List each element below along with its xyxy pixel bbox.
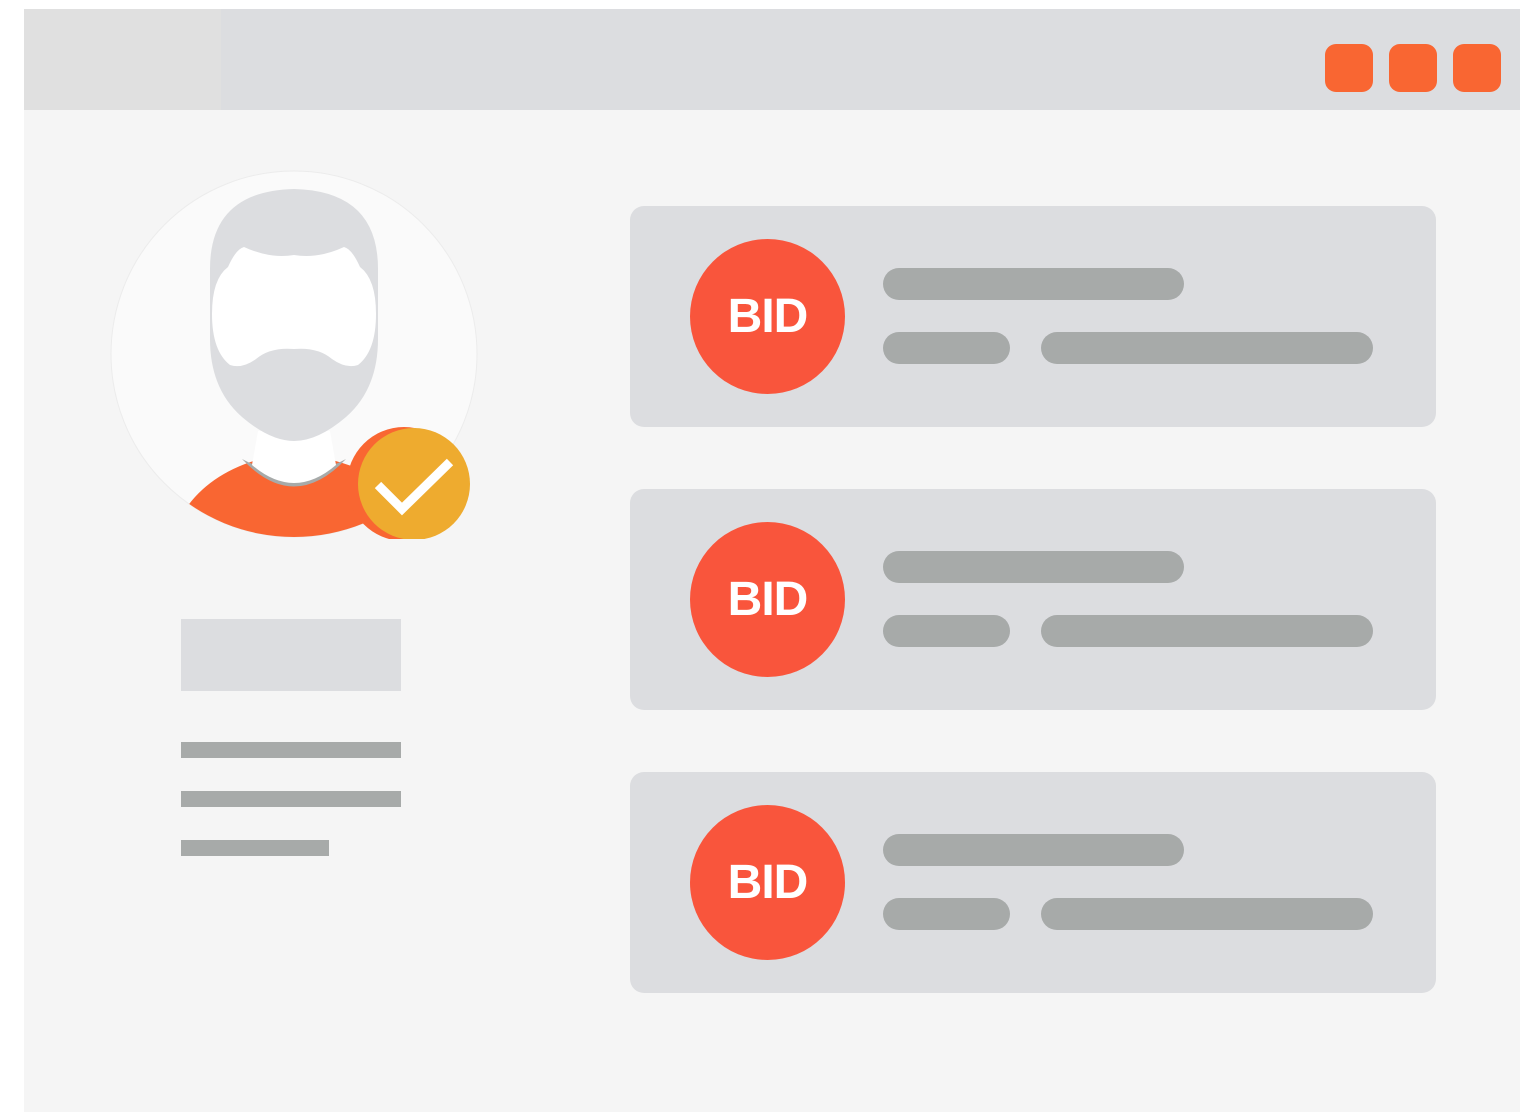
window-control-button-3[interactable] bbox=[1453, 44, 1501, 92]
bid-title-placeholder bbox=[883, 834, 1184, 866]
verified-check-icon bbox=[347, 427, 470, 539]
bid-description-placeholder bbox=[1041, 615, 1373, 647]
bid-meta-placeholder bbox=[883, 898, 1010, 930]
title-bar bbox=[24, 9, 1520, 110]
bid-title-placeholder bbox=[883, 551, 1184, 583]
title-tab[interactable] bbox=[24, 9, 221, 110]
window-control-button-2[interactable] bbox=[1389, 44, 1437, 92]
bid-card-1[interactable]: BID bbox=[630, 206, 1436, 427]
bid-title-placeholder bbox=[883, 268, 1184, 300]
profile-name-placeholder bbox=[181, 619, 401, 691]
avatar-illustration bbox=[110, 170, 478, 539]
profile-detail-line-1 bbox=[181, 742, 401, 758]
bid-description-placeholder bbox=[1041, 332, 1373, 364]
bid-description-placeholder bbox=[1041, 898, 1373, 930]
bid-meta-placeholder bbox=[883, 615, 1010, 647]
bid-meta-placeholder bbox=[883, 332, 1010, 364]
profile-detail-line-2 bbox=[181, 791, 401, 807]
profile-avatar[interactable] bbox=[110, 169, 478, 539]
bid-badge[interactable]: BID bbox=[690, 522, 845, 677]
profile-detail-line-3 bbox=[181, 840, 329, 856]
bid-badge[interactable]: BID bbox=[690, 239, 845, 394]
bid-card-2[interactable]: BID bbox=[630, 489, 1436, 710]
bid-card-3[interactable]: BID bbox=[630, 772, 1436, 993]
bid-badge[interactable]: BID bbox=[690, 805, 845, 960]
window-control-button-1[interactable] bbox=[1325, 44, 1373, 92]
